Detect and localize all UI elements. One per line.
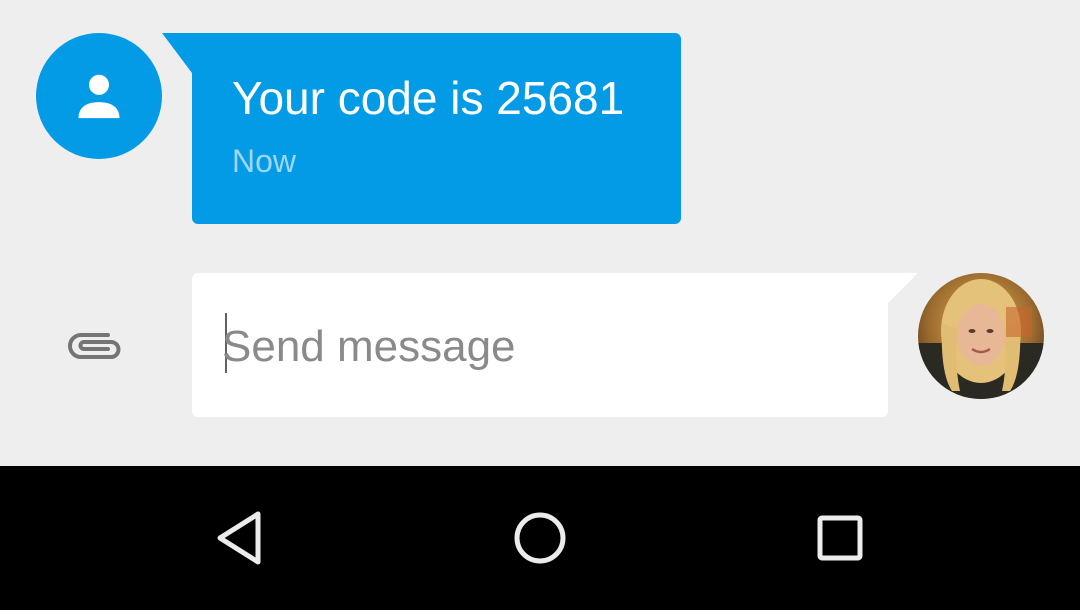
user-avatar[interactable] [918,273,1044,399]
incoming-bubble-tail [162,33,192,73]
user-photo [918,273,1044,399]
conversation-area: Your code is 25681 Now [0,0,1080,466]
incoming-message-bubble[interactable]: Your code is 25681 Now [192,33,681,224]
message-timestamp: Now [232,143,297,179]
contact-avatar[interactable] [36,33,162,159]
message-text: Your code is 25681 [232,72,625,124]
back-button[interactable] [208,506,272,570]
recents-square-icon [817,515,863,561]
compose-field[interactable] [192,273,888,417]
home-button[interactable] [508,506,572,570]
attach-button[interactable] [56,314,136,378]
compose-bubble-tail [888,273,918,303]
back-triangle-icon [217,511,261,565]
recents-button[interactable] [808,506,872,570]
person-icon [78,74,120,119]
paperclip-icon [68,333,121,359]
home-circle-icon [514,512,566,564]
message-input[interactable] [222,317,842,377]
system-navigation-bar [0,466,1080,610]
